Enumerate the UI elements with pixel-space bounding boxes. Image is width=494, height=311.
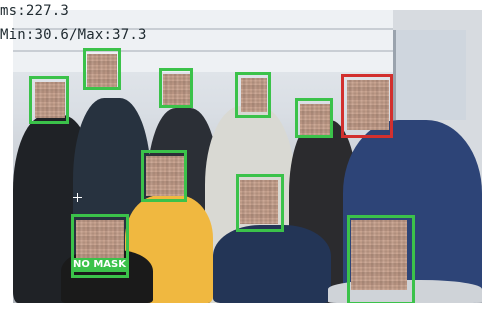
crosshair-cursor [73,193,82,202]
no-mask-label: NO MASK [71,258,128,272]
face-detection-box [83,48,121,90]
face-detection-box [141,150,187,202]
face-detection-box [235,72,271,118]
latency-readout: ms:227.3 [0,3,70,19]
face-detection-box [29,76,69,124]
window [393,30,466,120]
face-detection-box-alert [341,74,393,138]
temperature-range-readout: Min:30.6/Max:37.3 [0,27,147,43]
face-detection-box [347,215,415,303]
face-detection-box [159,68,193,108]
face-detection-box [236,174,284,232]
face-detection-box [295,98,333,138]
